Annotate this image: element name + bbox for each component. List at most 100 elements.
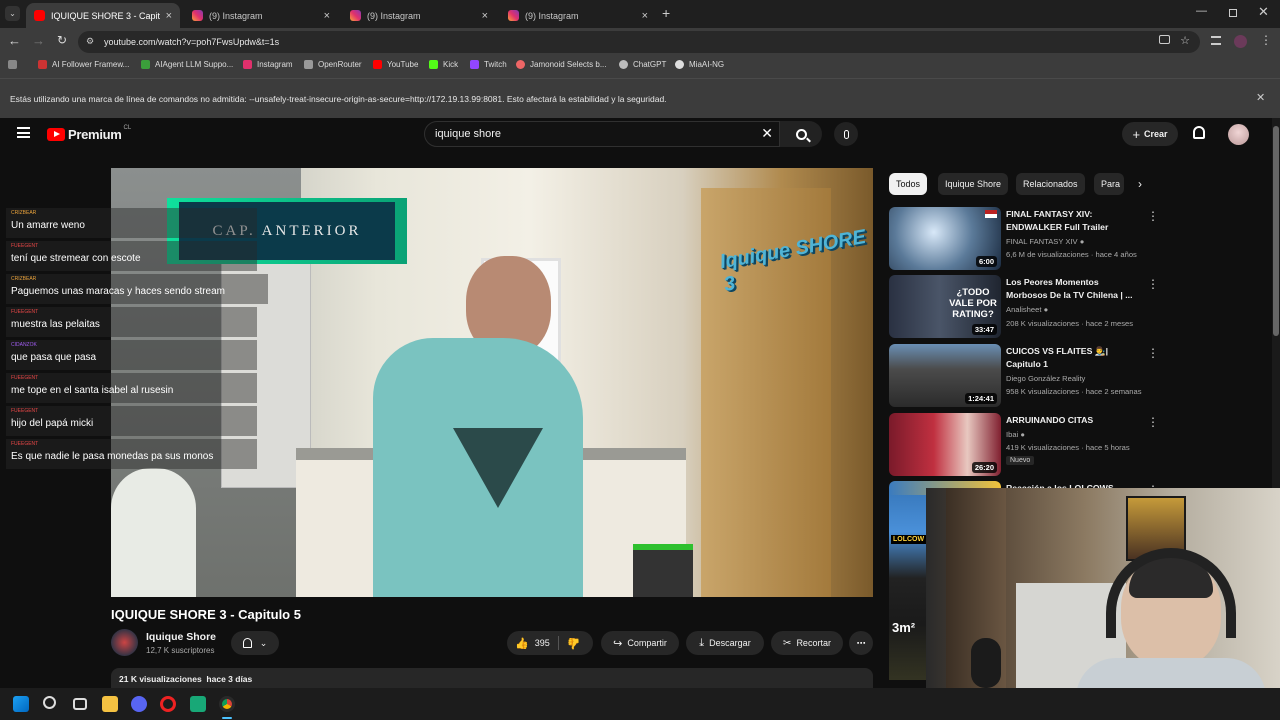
tab-youtube[interactable]: IQUIQUE SHORE 3 - Capitulo 5 ×	[26, 3, 180, 28]
search-input[interactable]: iquique shore ✕	[424, 121, 780, 147]
bookmark-item[interactable]: MiaAI-NG	[675, 60, 724, 69]
bookmark-item[interactable]: Kick	[429, 60, 458, 69]
search-button[interactable]	[780, 121, 822, 147]
youtube-header: Premium CL iquique shore ✕ + Crear	[0, 118, 1272, 150]
create-button[interactable]: + Crear	[1122, 122, 1178, 146]
app-icon[interactable]	[190, 696, 206, 712]
minimize-button[interactable]: —	[1196, 5, 1207, 17]
chip-todos[interactable]: Todos	[889, 173, 928, 195]
tab-instagram-1[interactable]: (9) Instagram ×	[184, 3, 338, 28]
site-info-icon[interactable]: ⚙	[86, 36, 94, 47]
account-avatar[interactable]	[1228, 124, 1249, 145]
bookmark-item[interactable]: YouTube	[373, 60, 418, 69]
bookmark-star-icon[interactable]: ☆	[1180, 34, 1190, 47]
file-explorer-icon[interactable]	[102, 696, 118, 712]
channel-name[interactable]: Iquique Shore	[146, 631, 216, 643]
recommended-video[interactable]: ¿TODO VALE POR RATING? 33:47 Los Peores …	[889, 275, 1159, 339]
video-thumbnail[interactable]: 6:00	[889, 207, 1001, 270]
apps-icon[interactable]	[8, 60, 17, 69]
profile-avatar[interactable]	[1234, 35, 1247, 48]
thumbs-up-icon: 👍	[515, 637, 529, 650]
close-tab-icon[interactable]: ×	[642, 10, 648, 22]
recommended-video[interactable]: 6:00 FINAL FANTASY XIV: ENDWALKER Full T…	[889, 207, 1159, 271]
browser-menu-icon[interactable]: ⋮	[1260, 33, 1272, 47]
more-actions-button[interactable]: ⋯	[849, 631, 873, 655]
more-options-icon[interactable]: ⋮	[1147, 415, 1159, 429]
chat-message: CIDANZOK que pasa que pasa	[6, 340, 257, 370]
channel-name: Diego González Reality	[1006, 374, 1086, 383]
more-options-icon[interactable]: ⋮	[1147, 209, 1159, 223]
youtube-logo[interactable]: Premium CL	[47, 124, 132, 142]
recommended-video[interactable]: 26:20 ARRUINANDO CITAS Ibai ● 419 K visu…	[889, 413, 1159, 477]
description-box[interactable]: 21 K visualizaciones hace 3 días	[111, 668, 873, 688]
more-options-icon[interactable]: ⋮	[1147, 277, 1159, 291]
tab-instagram-3[interactable]: (9) Instagram ×	[500, 3, 656, 28]
bookmark-item[interactable]: Instagram	[243, 60, 293, 69]
bookmark-item[interactable]: ChatGPT	[619, 60, 666, 69]
media-controls-icon[interactable]	[1211, 36, 1221, 45]
reload-icon[interactable]: ↻	[57, 33, 67, 47]
forward-icon[interactable]: →	[32, 33, 45, 48]
more-options-icon[interactable]: ⋮	[1147, 346, 1159, 360]
install-app-icon[interactable]	[1159, 35, 1170, 44]
bookmark-label: YouTube	[387, 60, 419, 69]
webcam-person-body	[1076, 658, 1266, 688]
bookmark-item[interactable]: Jamonoid Selects b...	[516, 60, 606, 69]
duration-badge: 1:24:41	[965, 393, 997, 404]
chip-para[interactable]: Para	[1094, 173, 1124, 195]
chat-message: FUEEGENT hijo del papá micki	[6, 406, 257, 436]
search-icon[interactable]	[43, 696, 56, 709]
new-tab-button[interactable]: +	[662, 5, 670, 21]
back-icon[interactable]: ←	[8, 33, 21, 48]
video-thumbnail[interactable]: 1:24:41	[889, 344, 1001, 407]
chrome-icon[interactable]	[219, 696, 235, 712]
webcam-overlay-text: 3m²	[892, 620, 916, 635]
bookmark-label: Kick	[443, 60, 459, 69]
tab-instagram-2[interactable]: (9) Instagram ×	[342, 3, 496, 28]
discord-icon[interactable]	[131, 696, 147, 712]
upload-date: hace 3 días	[206, 674, 253, 684]
hamburger-menu-icon[interactable]	[17, 127, 30, 138]
close-tab-icon[interactable]: ×	[482, 10, 488, 22]
close-infobar-icon[interactable]: ✕	[1256, 91, 1265, 104]
tab-search-button[interactable]: ⌄	[5, 6, 20, 21]
chat-text: hijo del papá micki	[11, 418, 94, 429]
subscribe-notification-button[interactable]: ⌄	[231, 631, 279, 655]
plus-icon: +	[1132, 126, 1141, 142]
download-button[interactable]: ⤓ Descargar	[686, 631, 764, 655]
thumbs-down-icon: 👍	[566, 636, 581, 649]
bookmark-item[interactable]: AIAgent LLM Suppo...	[141, 60, 233, 69]
chat-username: FUEEGENT	[11, 375, 39, 381]
webcam-overlay	[926, 488, 1280, 688]
clear-search-icon[interactable]: ✕	[761, 125, 773, 142]
recommended-video[interactable]: 1:24:41 CUICOS VS FLAITES 👨‍🎨| Capitulo …	[889, 344, 1159, 408]
windows-start-icon[interactable]	[13, 696, 29, 712]
voice-search-button[interactable]	[834, 122, 858, 146]
bookmark-item[interactable]: Twitch	[470, 60, 507, 69]
logo-region: CL	[123, 124, 132, 131]
restore-button[interactable]	[1229, 9, 1237, 17]
chips-next-arrow-icon[interactable]: ›	[1130, 174, 1150, 194]
chat-message: FUEEGENT tení que stremear con escote	[6, 241, 257, 271]
chat-text: me tope en el santa isabel al rusesin	[11, 385, 174, 396]
close-tab-icon[interactable]: ×	[324, 10, 330, 22]
share-button[interactable]: ↪ Compartir	[601, 631, 679, 655]
clip-button[interactable]: ✂ Recortar	[771, 631, 843, 655]
chip-iquique-shore[interactable]: Iquique Shore	[938, 173, 1009, 195]
video-thumbnail[interactable]: 26:20	[889, 413, 1001, 476]
task-view-icon[interactable]	[73, 698, 87, 710]
channel-avatar[interactable]	[111, 629, 138, 656]
bookmark-item[interactable]: OpenRouter	[304, 60, 362, 69]
chip-relacionados[interactable]: Relacionados	[1016, 173, 1085, 195]
notifications-bell-icon[interactable]	[1193, 126, 1205, 139]
bookmark-item[interactable]: AI Follower Framew...	[38, 60, 129, 69]
close-window-button[interactable]: ✕	[1258, 4, 1269, 20]
address-bar[interactable]: ⚙ youtube.com/watch?v=poh7FwsUpdw&t=1s ☆	[78, 31, 1200, 53]
video-thumbnail[interactable]: ¿TODO VALE POR RATING? 33:47	[889, 275, 1001, 338]
dislike-button[interactable]: 👍	[567, 637, 581, 650]
video-meta: 208 K visualizaciones · hace 2 meses	[1006, 319, 1134, 328]
like-button[interactable]: 👍 395	[507, 637, 550, 650]
opera-icon[interactable]	[160, 696, 176, 712]
chevron-down-icon: ⌄	[259, 637, 268, 648]
close-tab-icon[interactable]: ×	[166, 10, 172, 22]
